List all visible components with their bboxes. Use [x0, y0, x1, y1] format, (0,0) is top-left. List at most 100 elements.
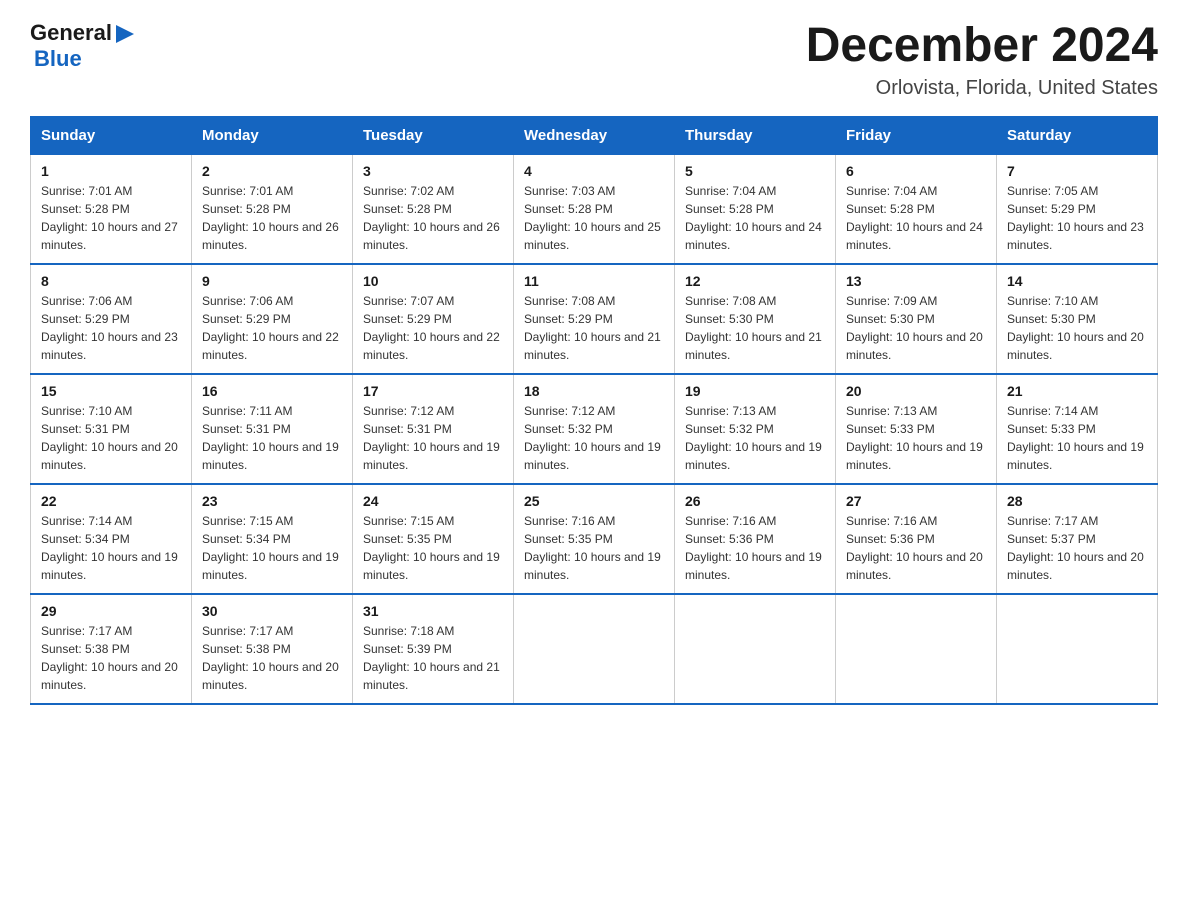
calendar-cell: 2Sunrise: 7:01 AMSunset: 5:28 PMDaylight… [192, 154, 353, 264]
day-number: 2 [202, 163, 342, 179]
day-info: Sunrise: 7:13 AMSunset: 5:32 PMDaylight:… [685, 402, 825, 474]
day-number: 28 [1007, 493, 1147, 509]
page-header: General Blue December 2024 Orlovista, Fl… [30, 20, 1158, 100]
day-number: 12 [685, 273, 825, 289]
day-number: 27 [846, 493, 986, 509]
calendar-cell: 9 Sunrise: 7:06 AMSunset: 5:29 PMDaylight… [192, 264, 353, 374]
logo-blue-text: Blue [34, 46, 82, 71]
day-info: Sunrise: 7:06 AMSunset: 5:29 PMDaylight:… [41, 292, 181, 364]
day-info: Sunrise: 7:05 AMSunset: 5:29 PMDaylight:… [1007, 182, 1147, 254]
header-sunday: Sunday [31, 116, 192, 154]
logo: General Blue [30, 20, 136, 72]
day-info: Sunrise: 7:08 AMSunset: 5:30 PMDaylight:… [685, 292, 825, 364]
calendar-cell: 20 Sunrise: 7:13 AMSunset: 5:33 PMDayligh… [836, 374, 997, 484]
day-info: Sunrise: 7:17 AMSunset: 5:37 PMDaylight:… [1007, 512, 1147, 584]
calendar-cell: 18 Sunrise: 7:12 AMSunset: 5:32 PMDayligh… [514, 374, 675, 484]
calendar-cell: 25 Sunrise: 7:16 AMSunset: 5:35 PMDayligh… [514, 484, 675, 594]
day-number: 30 [202, 603, 342, 619]
day-info: Sunrise: 7:14 AMSunset: 5:33 PMDaylight:… [1007, 402, 1147, 474]
calendar-cell: 15Sunrise: 7:10 AMSunset: 5:31 PMDayligh… [31, 374, 192, 484]
day-info: Sunrise: 7:12 AMSunset: 5:31 PMDaylight:… [363, 402, 503, 474]
calendar-cell: 22 Sunrise: 7:14 AMSunset: 5:34 PMDayligh… [31, 484, 192, 594]
day-number: 25 [524, 493, 664, 509]
day-number: 31 [363, 603, 503, 619]
day-info: Sunrise: 7:02 AMSunset: 5:28 PMDaylight:… [363, 182, 503, 254]
day-info: Sunrise: 7:13 AMSunset: 5:33 PMDaylight:… [846, 402, 986, 474]
calendar-subtitle: Orlovista, Florida, United States [806, 77, 1158, 100]
day-number: 5 [685, 163, 825, 179]
day-number: 10 [363, 273, 503, 289]
day-number: 4 [524, 163, 664, 179]
calendar-cell: 14 Sunrise: 7:10 AMSunset: 5:30 PMDayligh… [997, 264, 1158, 374]
day-number: 3 [363, 163, 503, 179]
calendar-cell: 11 Sunrise: 7:08 AMSunset: 5:29 PMDayligh… [514, 264, 675, 374]
calendar-cell: 8 Sunrise: 7:06 AMSunset: 5:29 PMDaylight… [31, 264, 192, 374]
day-info: Sunrise: 7:11 AMSunset: 5:31 PMDaylight:… [202, 402, 342, 474]
calendar-cell: 3 Sunrise: 7:02 AMSunset: 5:28 PMDaylight… [353, 154, 514, 264]
calendar-cell: 29 Sunrise: 7:17 AMSunset: 5:38 PMDayligh… [31, 594, 192, 704]
day-number: 21 [1007, 383, 1147, 399]
calendar-cell: 6Sunrise: 7:04 AMSunset: 5:28 PMDaylight… [836, 154, 997, 264]
day-info: Sunrise: 7:15 AMSunset: 5:34 PMDaylight:… [202, 512, 342, 584]
day-number: 14 [1007, 273, 1147, 289]
day-number: 18 [524, 383, 664, 399]
calendar-week-row: 29 Sunrise: 7:17 AMSunset: 5:38 PMDayligh… [31, 594, 1158, 704]
calendar-cell [514, 594, 675, 704]
day-info: Sunrise: 7:16 AMSunset: 5:36 PMDaylight:… [685, 512, 825, 584]
day-info: Sunrise: 7:07 AMSunset: 5:29 PMDaylight:… [363, 292, 503, 364]
day-number: 29 [41, 603, 181, 619]
day-number: 13 [846, 273, 986, 289]
day-number: 1 [41, 163, 181, 179]
day-info: Sunrise: 7:17 AMSunset: 5:38 PMDaylight:… [202, 622, 342, 694]
calendar-week-row: 1 Sunrise: 7:01 AMSunset: 5:28 PMDaylight… [31, 154, 1158, 264]
calendar-header-row: SundayMondayTuesdayWednesdayThursdayFrid… [31, 116, 1158, 154]
calendar-cell [997, 594, 1158, 704]
day-info: Sunrise: 7:12 AMSunset: 5:32 PMDaylight:… [524, 402, 664, 474]
calendar-cell: 26 Sunrise: 7:16 AMSunset: 5:36 PMDayligh… [675, 484, 836, 594]
day-number: 26 [685, 493, 825, 509]
calendar-cell: 23 Sunrise: 7:15 AMSunset: 5:34 PMDayligh… [192, 484, 353, 594]
day-number: 8 [41, 273, 181, 289]
calendar-cell: 12 Sunrise: 7:08 AMSunset: 5:30 PMDayligh… [675, 264, 836, 374]
calendar-cell: 4 Sunrise: 7:03 AMSunset: 5:28 PMDaylight… [514, 154, 675, 264]
day-number: 22 [41, 493, 181, 509]
day-number: 11 [524, 273, 664, 289]
header-wednesday: Wednesday [514, 116, 675, 154]
day-number: 15 [41, 383, 181, 399]
day-info: Sunrise: 7:03 AMSunset: 5:28 PMDaylight:… [524, 182, 664, 254]
day-info: Sunrise: 7:18 AMSunset: 5:39 PMDaylight:… [363, 622, 503, 694]
day-number: 7 [1007, 163, 1147, 179]
day-number: 17 [363, 383, 503, 399]
calendar-cell: 17 Sunrise: 7:12 AMSunset: 5:31 PMDayligh… [353, 374, 514, 484]
header-friday: Friday [836, 116, 997, 154]
day-info: Sunrise: 7:08 AMSunset: 5:29 PMDaylight:… [524, 292, 664, 364]
logo-arrow-icon [114, 23, 136, 45]
day-number: 24 [363, 493, 503, 509]
title-block: December 2024 Orlovista, Florida, United… [806, 20, 1158, 100]
header-tuesday: Tuesday [353, 116, 514, 154]
calendar-week-row: 15Sunrise: 7:10 AMSunset: 5:31 PMDayligh… [31, 374, 1158, 484]
header-monday: Monday [192, 116, 353, 154]
day-info: Sunrise: 7:16 AMSunset: 5:35 PMDaylight:… [524, 512, 664, 584]
day-info: Sunrise: 7:09 AMSunset: 5:30 PMDaylight:… [846, 292, 986, 364]
calendar-cell: 27 Sunrise: 7:16 AMSunset: 5:36 PMDayligh… [836, 484, 997, 594]
calendar-cell: 5 Sunrise: 7:04 AMSunset: 5:28 PMDaylight… [675, 154, 836, 264]
day-number: 23 [202, 493, 342, 509]
day-info: Sunrise: 7:14 AMSunset: 5:34 PMDaylight:… [41, 512, 181, 584]
day-info: Sunrise: 7:01 AMSunset: 5:28 PMDaylight:… [41, 182, 181, 254]
calendar-table: SundayMondayTuesdayWednesdayThursdayFrid… [30, 116, 1158, 706]
calendar-cell: 28 Sunrise: 7:17 AMSunset: 5:37 PMDayligh… [997, 484, 1158, 594]
day-info: Sunrise: 7:15 AMSunset: 5:35 PMDaylight:… [363, 512, 503, 584]
day-number: 20 [846, 383, 986, 399]
day-info: Sunrise: 7:17 AMSunset: 5:38 PMDaylight:… [41, 622, 181, 694]
header-saturday: Saturday [997, 116, 1158, 154]
header-thursday: Thursday [675, 116, 836, 154]
calendar-cell: 24 Sunrise: 7:15 AMSunset: 5:35 PMDayligh… [353, 484, 514, 594]
calendar-cell: 1 Sunrise: 7:01 AMSunset: 5:28 PMDaylight… [31, 154, 192, 264]
day-info: Sunrise: 7:06 AMSunset: 5:29 PMDaylight:… [202, 292, 342, 364]
day-number: 9 [202, 273, 342, 289]
day-info: Sunrise: 7:10 AMSunset: 5:30 PMDaylight:… [1007, 292, 1147, 364]
day-info: Sunrise: 7:04 AMSunset: 5:28 PMDaylight:… [685, 182, 825, 254]
day-info: Sunrise: 7:16 AMSunset: 5:36 PMDaylight:… [846, 512, 986, 584]
calendar-cell [675, 594, 836, 704]
